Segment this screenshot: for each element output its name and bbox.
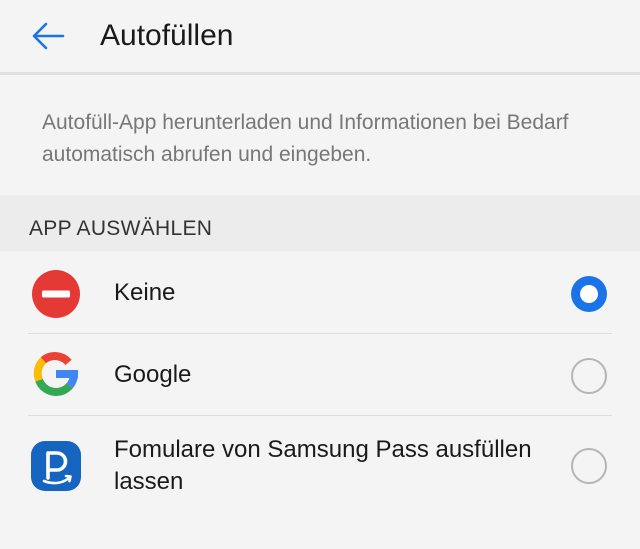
app-option-samsung-pass[interactable]: Fomulare von Samsung Pass ausfüllen lass…: [0, 416, 640, 516]
section-title: APP AUSWÄHLEN: [29, 217, 213, 240]
arrow-left-icon: [32, 22, 65, 50]
radio-unselected[interactable]: [571, 448, 607, 484]
radio-unselected[interactable]: [571, 358, 607, 394]
samsung-pass-icon: [31, 441, 81, 491]
app-option-none[interactable]: Keine: [0, 251, 640, 333]
app-list: Keine Google Fomulare von Samsung Pass a…: [0, 251, 640, 549]
app-bar: Autofüllen: [0, 0, 640, 72]
back-button[interactable]: [20, 12, 76, 60]
autofill-settings-screen: Autofüllen Autofüll-App herunterladen un…: [0, 0, 640, 549]
section-header: APP AUSWÄHLEN: [0, 195, 640, 251]
page-title: Autofüllen: [100, 19, 234, 52]
app-option-label: Fomulare von Samsung Pass ausfüllen lass…: [114, 436, 532, 495]
radio-selected[interactable]: [571, 276, 607, 312]
app-option-label: Google: [114, 361, 192, 388]
description-text: Autofüll-App herunterladen und Informati…: [42, 111, 569, 166]
app-option-label: Keine: [114, 279, 176, 306]
no-entry-icon: [32, 270, 80, 318]
description-panel: Autofüll-App herunterladen und Informati…: [0, 75, 640, 195]
app-option-google[interactable]: Google: [0, 334, 640, 415]
google-icon: [33, 352, 79, 396]
